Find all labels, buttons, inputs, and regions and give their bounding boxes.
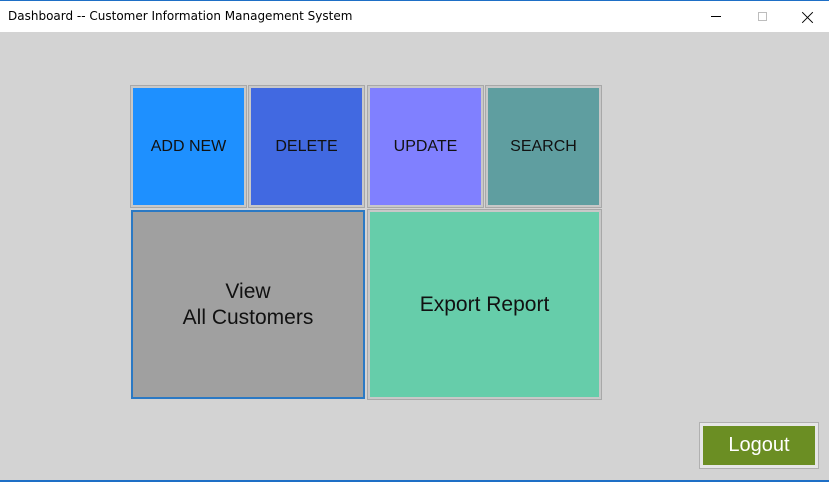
dashboard-window: Dashboard -- Customer Information Manage… [0,0,829,482]
delete-label: DELETE [275,137,338,155]
title-bar: Dashboard -- Customer Information Manage… [0,0,829,32]
window-title: Dashboard -- Customer Information Manage… [8,9,353,23]
view-all-customers-button[interactable]: View All Customers [131,210,365,399]
delete-button[interactable]: DELETE [248,85,365,208]
view-all-customers-label: View All Customers [182,279,314,329]
export-report-button[interactable]: Export Report [367,209,602,400]
update-label: UPDATE [393,137,458,155]
update-button[interactable]: UPDATE [367,85,484,208]
minimize-icon [711,16,721,17]
add-new-label: ADD NEW [150,137,227,155]
search-label: SEARCH [510,137,577,155]
close-icon [802,11,814,23]
search-button[interactable]: SEARCH [485,85,602,208]
maximize-button[interactable] [739,1,785,32]
minimize-button[interactable] [693,1,739,32]
close-button[interactable] [785,1,829,32]
logout-label: Logout [728,434,790,456]
maximize-icon [757,12,767,21]
add-new-button[interactable]: ADD NEW [130,85,247,208]
export-report-label: Export Report [419,292,550,316]
logout-button[interactable]: Logout [699,422,819,469]
